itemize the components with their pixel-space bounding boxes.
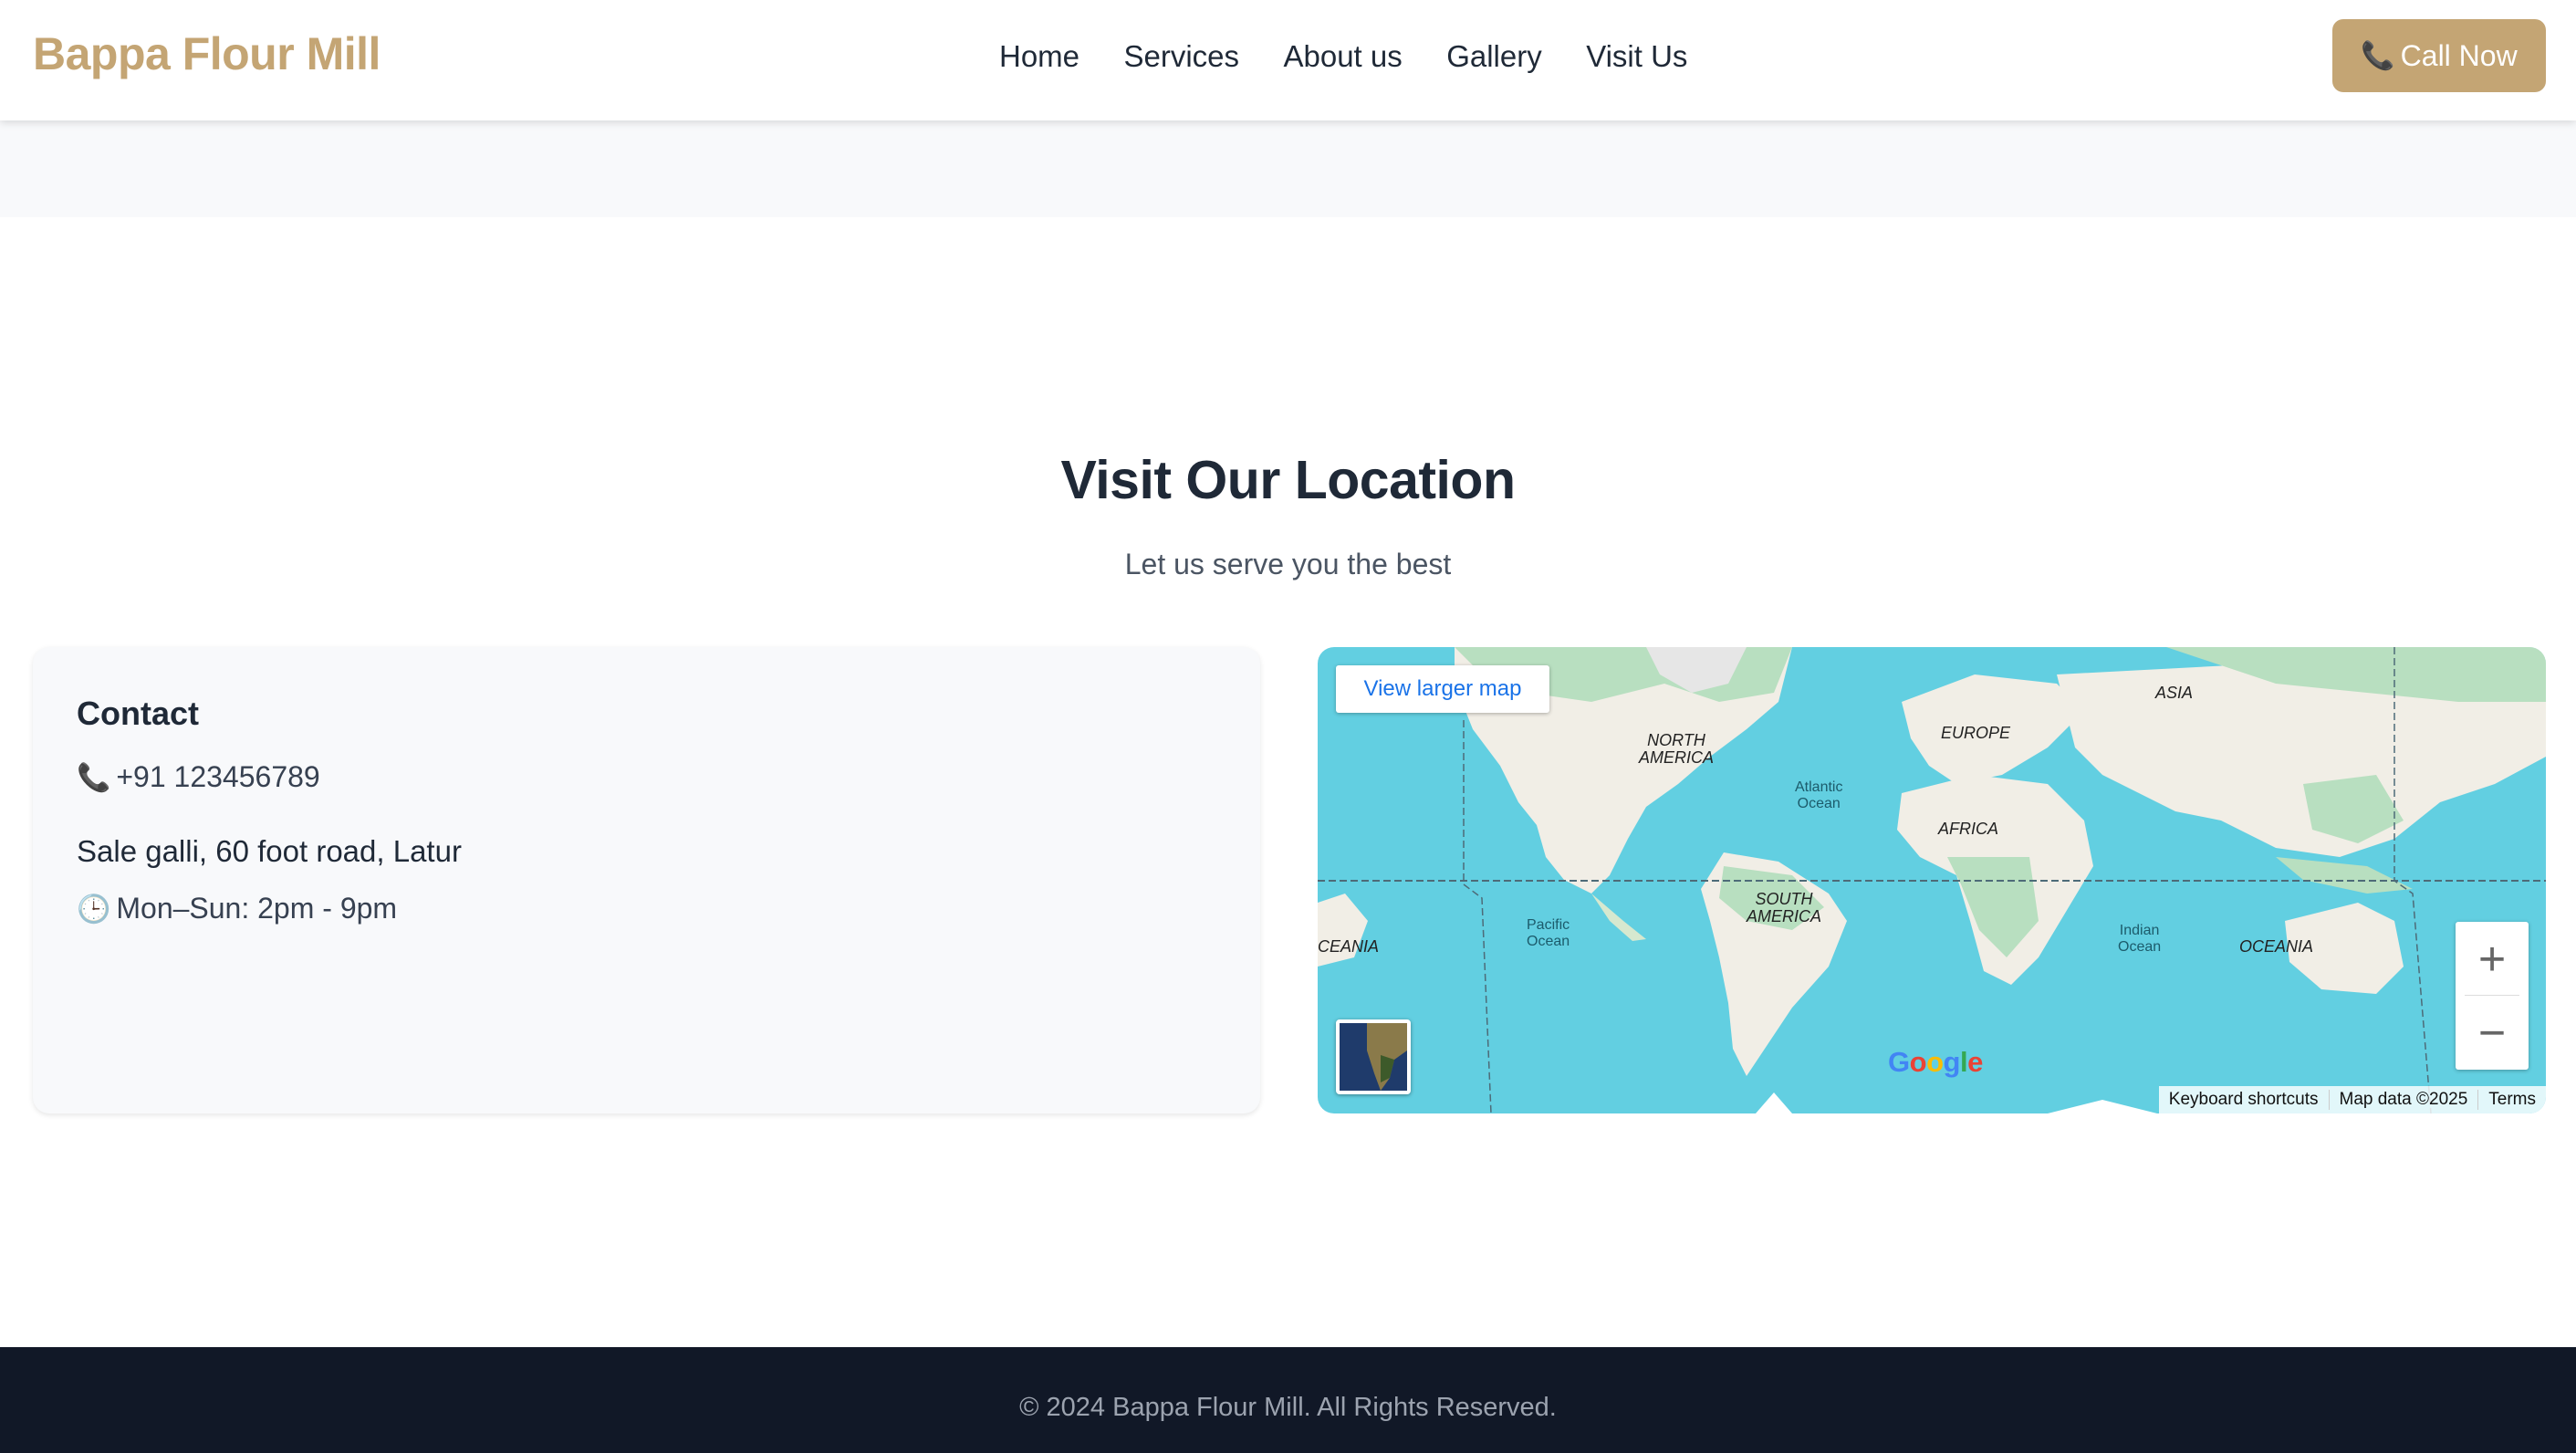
zoom-divider	[2465, 995, 2519, 996]
map-label-oceania-left: CEANIA	[1318, 937, 1380, 956]
view-larger-map-link[interactable]: View larger map	[1336, 665, 1549, 713]
site-footer: © 2024 Bappa Flour Mill. All Rights Rese…	[0, 1347, 2576, 1453]
satellite-thumbnail-icon	[1340, 1023, 1407, 1091]
world-map-graphic	[1318, 647, 2546, 1113]
map-label-europe: EUROPE	[1941, 724, 2011, 742]
contact-card: Contact 📞 +91 123456789 Sale galli, 60 fo…	[33, 647, 1260, 1113]
contact-hours: Mon–Sun: 2pm - 9pm	[116, 892, 398, 925]
main-nav: Home Services About us Gallery Visit Us	[999, 37, 1687, 82]
phone-icon: 📞	[2361, 40, 2395, 71]
call-now-label: Call Now	[2400, 38, 2518, 72]
map-label-line: AMERICA	[1747, 907, 1822, 925]
map-label-africa: AFRICA	[1938, 820, 1999, 838]
call-now-button[interactable]: 📞 Call Now	[2332, 19, 2546, 92]
contact-hours-row: 🕒 Mon–Sun: 2pm - 9pm	[77, 892, 397, 925]
phone-icon: 📞	[77, 763, 111, 793]
map-label-line: Ocean	[1797, 796, 1841, 811]
terms-link[interactable]: Terms	[2477, 1090, 2546, 1110]
site-header: Bappa Flour Mill Home Services About us …	[0, 0, 2576, 120]
nav-gallery[interactable]: Gallery	[1446, 37, 1542, 77]
map-label-line: NORTH	[1647, 731, 1705, 749]
section-subtitle: Let us serve you the best	[1124, 548, 1452, 580]
map-data-label: Map data ©2025	[2328, 1090, 2478, 1110]
location-map[interactable]: NORTH AMERICA SOUTH AMERICA EUROPE ASIA …	[1318, 647, 2546, 1113]
contact-phone-row[interactable]: 📞 +91 123456789	[77, 760, 320, 794]
zoom-out-icon[interactable]: −	[2456, 996, 2529, 1070]
map-attribution: Keyboard shortcuts Map data ©2025 Terms	[2158, 1086, 2546, 1113]
map-label-atlantic: Atlantic Ocean	[1795, 779, 1842, 812]
hero-strip	[0, 120, 2576, 217]
map-label-line: AMERICA	[1639, 748, 1715, 767]
map-label-north-america: NORTH AMERICA	[1639, 732, 1714, 767]
clock-icon: 🕒	[77, 894, 111, 925]
map-label-line: Pacific	[1527, 917, 1570, 933]
google-logo: Google	[1888, 1046, 1983, 1078]
nav-home[interactable]: Home	[999, 37, 1079, 77]
site-logo[interactable]: Bappa Flour Mill	[33, 27, 381, 80]
map-label-asia: ASIA	[2155, 684, 2194, 702]
keyboard-shortcuts-link[interactable]: Keyboard shortcuts	[2159, 1090, 2329, 1110]
nav-services[interactable]: Services	[1123, 37, 1239, 77]
map-label-line: Ocean	[2118, 939, 2162, 955]
zoom-in-icon[interactable]: +	[2456, 922, 2529, 996]
contact-address: Sale galli, 60 foot road, Latur	[77, 834, 462, 868]
map-label-line: Atlantic	[1795, 779, 1843, 795]
map-label-oceania: OCEANIA	[2239, 937, 2314, 956]
map-label-south-america: SOUTH AMERICA	[1747, 891, 1821, 925]
contact-heading: Contact	[77, 695, 199, 732]
map-label-line: SOUTH	[1755, 890, 1813, 908]
contact-phone: +91 123456789	[116, 760, 320, 793]
satellite-toggle[interactable]	[1336, 1019, 1411, 1094]
zoom-controls: + −	[2456, 922, 2529, 1070]
map-label-line: Indian	[2119, 923, 2160, 938]
nav-visit[interactable]: Visit Us	[1586, 37, 1687, 77]
map-label-indian: Indian Ocean	[2118, 923, 2161, 956]
nav-about[interactable]: About us	[1283, 37, 1402, 77]
section-title: Visit Our Location	[1060, 450, 1516, 510]
footer-copyright: © 2024 Bappa Flour Mill. All Rights Rese…	[1019, 1393, 1557, 1422]
map-label-pacific: Pacific Ocean	[1527, 917, 1570, 950]
map-label-line: Ocean	[1527, 934, 1570, 949]
